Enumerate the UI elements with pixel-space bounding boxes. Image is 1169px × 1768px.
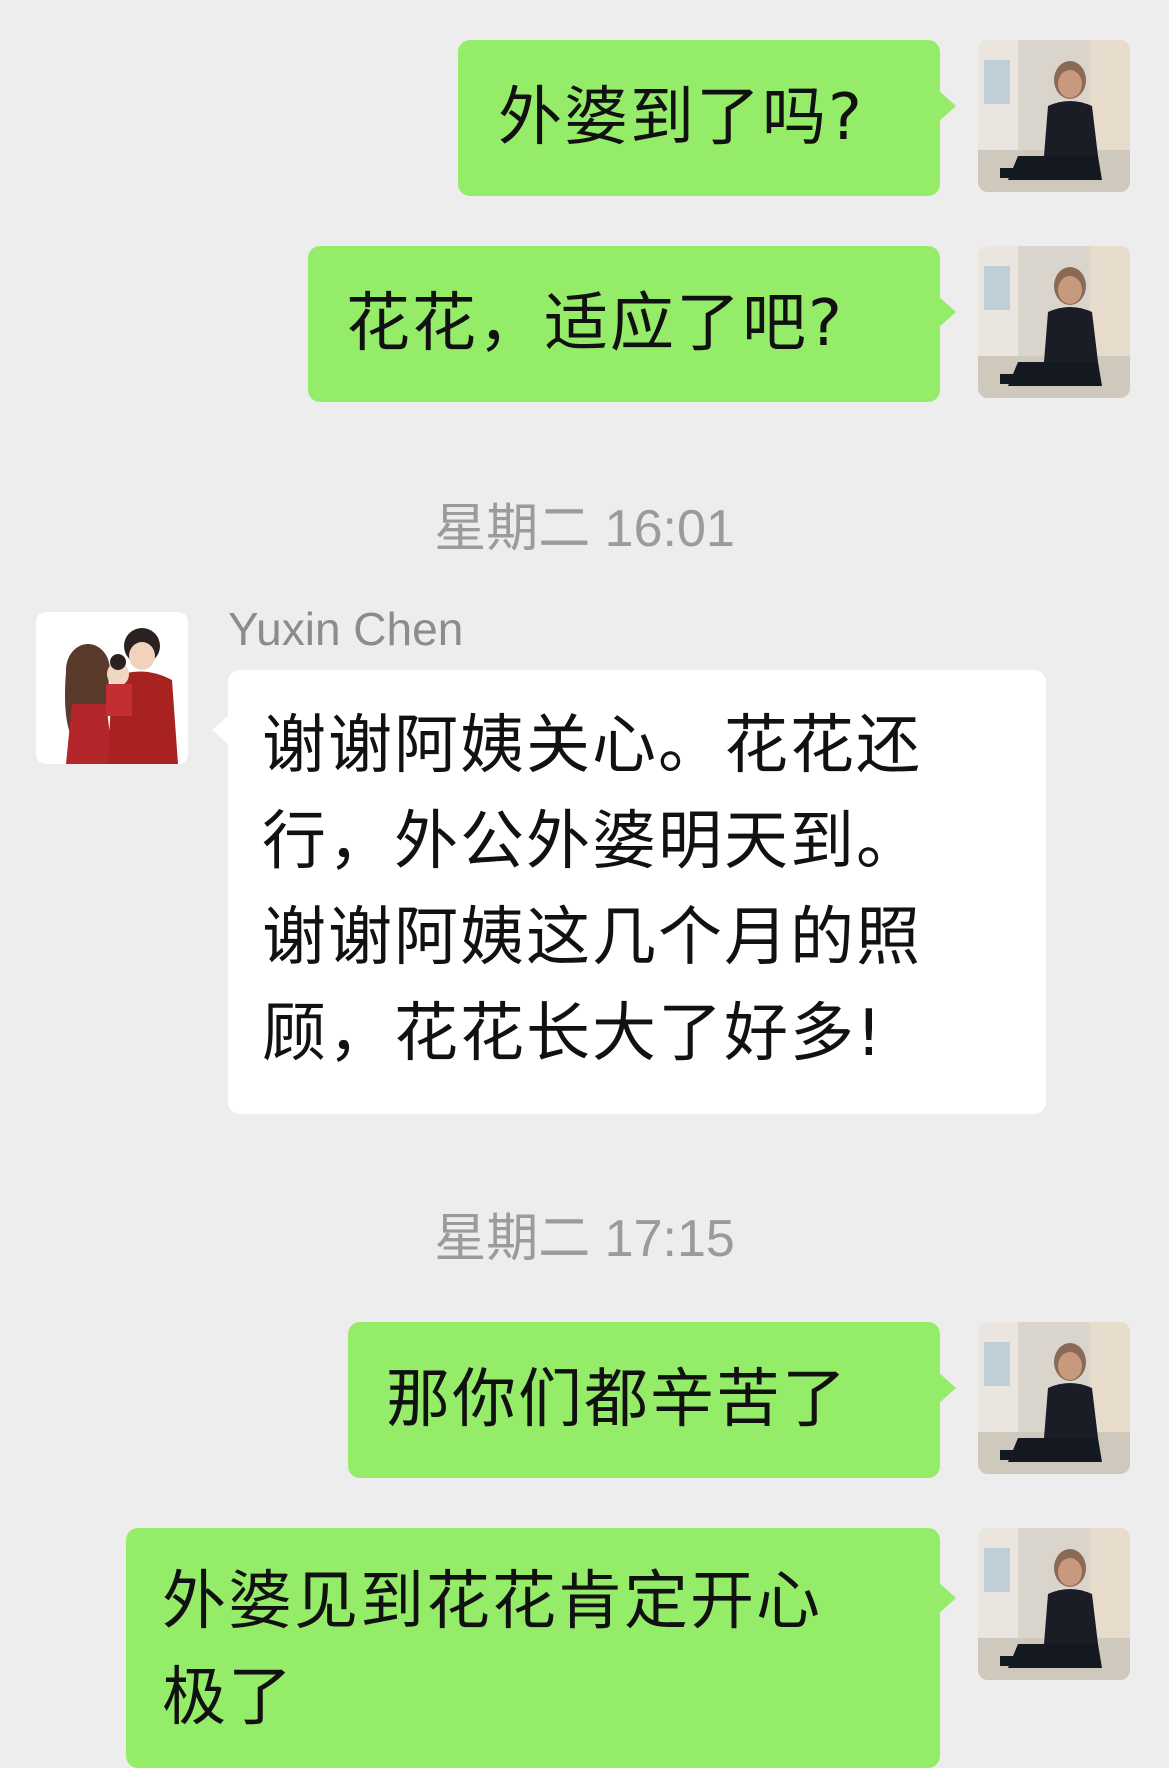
message-text: 花花，适应了吧? bbox=[346, 287, 844, 361]
message-text: 外婆到了吗? bbox=[498, 81, 864, 155]
timestamp-divider: 星期二 17:15 bbox=[434, 1210, 735, 1268]
self-avatar[interactable] bbox=[978, 1528, 1130, 1680]
message-bubble-incoming[interactable]: 谢谢阿姨关心。花花还 行，外公外婆明天到。 谢谢阿姨这几个月的照 顾，花花长大了… bbox=[212, 670, 1046, 1114]
message-bubble-outgoing[interactable]: 外婆到了吗? bbox=[458, 40, 956, 196]
contact-avatar[interactable] bbox=[36, 612, 188, 764]
woman-photo-avatar-icon bbox=[978, 246, 1130, 398]
couple-illustration-avatar-icon bbox=[36, 612, 188, 764]
timestamp-divider: 星期二 16:01 bbox=[434, 500, 735, 558]
message-text-line: 极了 bbox=[162, 1661, 294, 1735]
message-text-line: 谢谢阿姨这几个月的照 bbox=[262, 901, 922, 975]
message-text: 那你们都辛苦了 bbox=[386, 1363, 848, 1437]
message-text-line: 顾，花花长大了好多! bbox=[262, 997, 884, 1071]
message-bubble-outgoing[interactable]: 那你们都辛苦了 bbox=[348, 1322, 956, 1478]
message-text-line: 谢谢阿姨关心。花花还 bbox=[262, 709, 922, 783]
sender-name: Yuxin Chen bbox=[228, 603, 464, 655]
woman-photo-avatar-icon bbox=[978, 40, 1130, 192]
self-avatar[interactable] bbox=[978, 1322, 1130, 1474]
message-text-line: 外婆见到花花肯定开心 bbox=[162, 1565, 822, 1639]
self-avatar[interactable] bbox=[978, 246, 1130, 398]
chat-message-list[interactable]: 外婆到了吗? 花花，适应了吧? 星期二 16:01 Yuxin Chen 谢谢阿… bbox=[0, 0, 1169, 1768]
woman-photo-avatar-icon bbox=[978, 1322, 1130, 1474]
message-bubble-outgoing[interactable]: 花花，适应了吧? bbox=[308, 246, 956, 402]
message-text-line: 行，外公外婆明天到。 bbox=[262, 805, 922, 879]
message-bubble-outgoing[interactable]: 外婆见到花花肯定开心 极了 bbox=[126, 1528, 956, 1768]
self-avatar[interactable] bbox=[978, 40, 1130, 192]
woman-photo-avatar-icon bbox=[978, 1528, 1130, 1680]
